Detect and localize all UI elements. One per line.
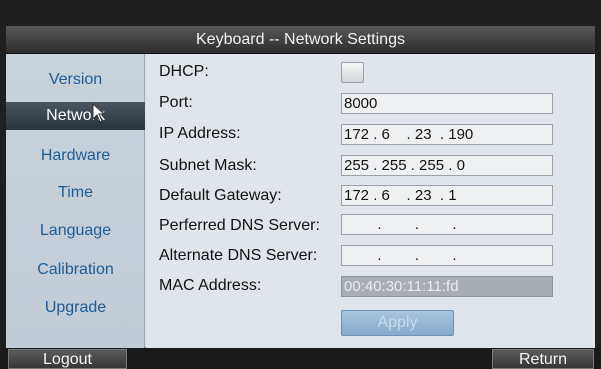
port-field[interactable]: 8000 — [341, 93, 553, 114]
sidebar-item-calibration[interactable]: Calibration — [6, 256, 145, 284]
default-gateway-field[interactable]: 172 . 6 . 23 . 1 — [341, 185, 553, 206]
ip-address-label: IP Address: — [159, 125, 241, 142]
return-button[interactable]: Return — [492, 349, 594, 369]
port-label: Port: — [159, 94, 193, 111]
subnet-mask-label: Subnet Mask: — [159, 157, 257, 174]
sidebar-item-network[interactable]: Network — [6, 102, 145, 130]
alternate-dns-field[interactable]: . . . — [341, 245, 553, 266]
default-gateway-label: Default Gateway: — [159, 187, 282, 204]
dhcp-label: DHCP: — [159, 63, 209, 80]
apply-button[interactable]: Apply — [341, 310, 454, 336]
mac-address-label: MAC Address: — [159, 277, 262, 294]
mac-address-field: 00:40:30:11:11:fd — [341, 276, 553, 297]
sidebar: Version Network Hardware Time Language C… — [6, 54, 145, 348]
window-title: Keyboard -- Network Settings — [6, 26, 595, 54]
sidebar-item-upgrade[interactable]: Upgrade — [6, 294, 145, 322]
preferred-dns-field[interactable]: . . . — [341, 214, 553, 235]
ip-address-field[interactable]: 172 . 6 . 23 . 190 — [341, 124, 553, 145]
sidebar-item-version[interactable]: Version — [6, 66, 145, 94]
subnet-mask-field[interactable]: 255 . 255 . 255 . 0 — [341, 155, 553, 176]
sidebar-item-language[interactable]: Language — [6, 217, 145, 245]
dhcp-checkbox[interactable] — [341, 62, 364, 83]
sidebar-item-time[interactable]: Time — [6, 179, 145, 207]
preferred-dns-label: Perferred DNS Server: — [159, 217, 320, 234]
mouse-cursor-icon — [92, 103, 106, 123]
sidebar-item-hardware[interactable]: Hardware — [6, 142, 145, 170]
logout-button[interactable]: Logout — [8, 349, 127, 369]
alternate-dns-label: Alternate DNS Server: — [159, 247, 318, 264]
